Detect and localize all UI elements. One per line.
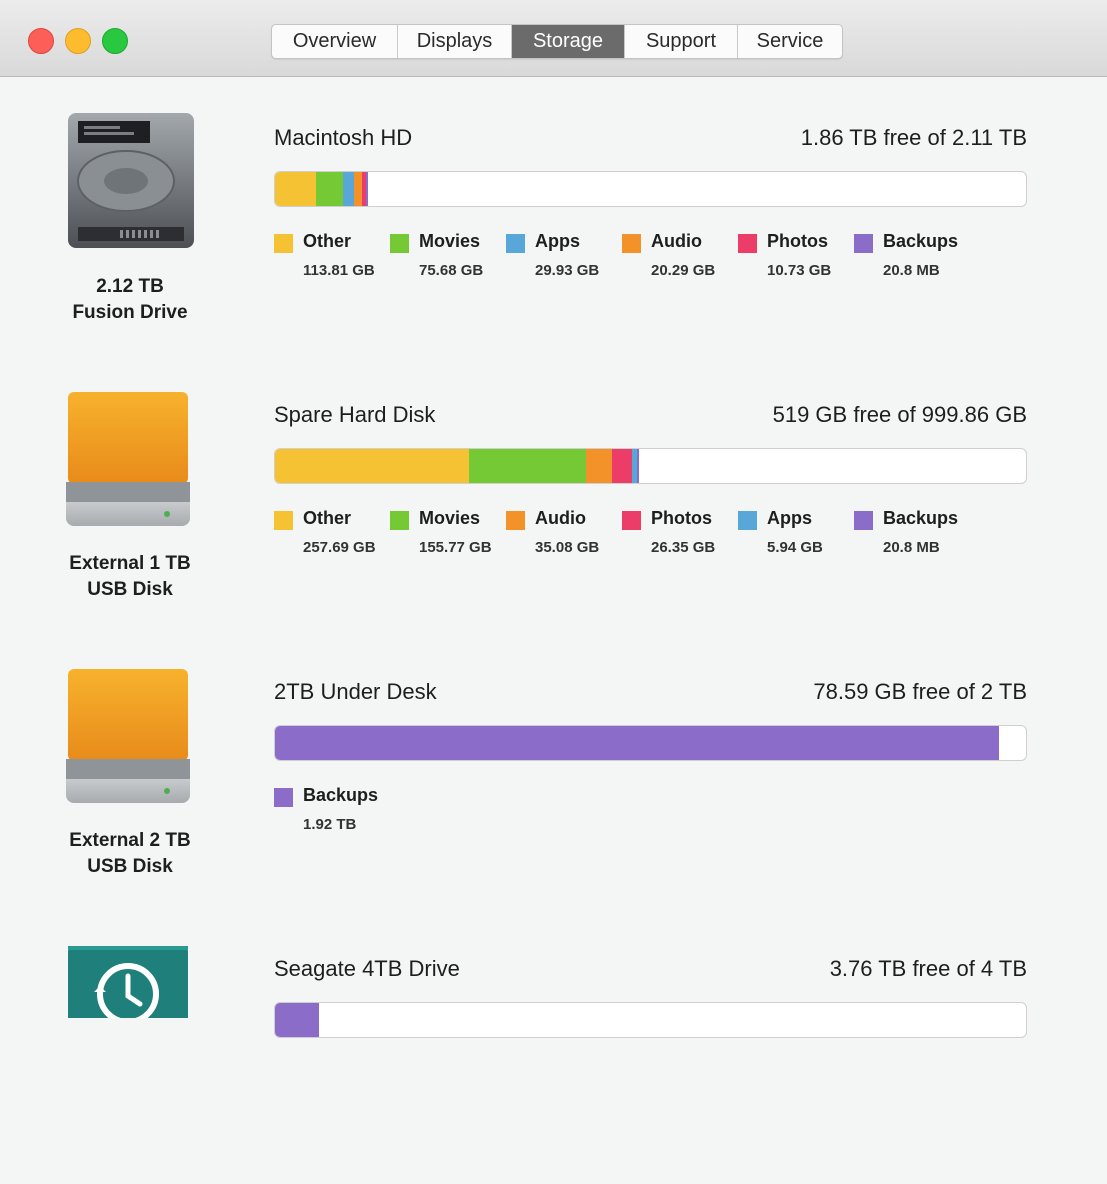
drive-caption-line1: External 1 TB: [69, 553, 191, 574]
usage-segment-backups: [275, 1003, 319, 1037]
legend-swatch: [738, 234, 757, 253]
usage-segment-movies: [469, 449, 586, 483]
legend-swatch: [854, 511, 873, 530]
external-drive-icon: [60, 667, 200, 807]
legend-size: 29.93 GB: [535, 262, 600, 279]
tab-displays[interactable]: Displays: [398, 25, 512, 58]
legend-size: 20.8 MB: [883, 539, 940, 556]
legend-size: 257.69 GB: [303, 539, 376, 556]
usage-segment-apps: [343, 172, 354, 206]
drive-name: Seagate 4TB Drive: [274, 956, 460, 981]
legend-label: Movies: [419, 231, 481, 251]
legend-label: Apps: [767, 508, 812, 528]
tab-bar: Overview Displays Storage Support Servic…: [271, 24, 843, 59]
drive-caption-line1: External 2 TB: [69, 830, 191, 851]
storage-usage-bar: [274, 725, 1027, 761]
legend-label: Other: [303, 231, 352, 251]
internal-hard-drive-icon: [60, 113, 200, 253]
drive-name: Spare Hard Disk: [274, 402, 436, 427]
legend-size: 26.35 GB: [651, 539, 716, 556]
drive-name: Macintosh HD: [274, 125, 413, 150]
legend-label: Photos: [767, 231, 828, 251]
usage-segment-backups: [366, 172, 368, 206]
time-machine-icon: [60, 946, 200, 1018]
minimize-button[interactable]: [65, 28, 91, 54]
legend-size: 75.68 GB: [419, 262, 484, 279]
legend-label: Backups: [303, 785, 379, 805]
legend-label: Photos: [651, 508, 712, 528]
legend-swatch: [506, 511, 525, 530]
drive-free-space: 78.59 GB free of 2 TB: [813, 679, 1027, 704]
drive-free-space: 3.76 TB free of 4 TB: [829, 956, 1027, 981]
storage-usage-bar: [274, 448, 1027, 484]
drive-row: External 1 TB USB Disk Spare Hard Disk 5…: [0, 354, 1107, 630]
usage-segment-other: [275, 449, 469, 483]
window-titlebar: Overview Displays Storage Support Servic…: [0, 0, 1107, 77]
drive-row: 2.12 TB Fusion Drive Macintosh HD 1.86 T…: [0, 77, 1107, 353]
legend-swatch: [506, 234, 525, 253]
usage-segment-audio: [354, 172, 362, 206]
legend-size: 20.8 MB: [883, 262, 940, 279]
legend-size: 35.08 GB: [535, 539, 600, 556]
legend-swatch: [622, 234, 641, 253]
usage-segment-backups: [275, 726, 999, 760]
drive-caption-line2: USB Disk: [87, 579, 173, 600]
drive-row: External 2 TB USB Disk 2TB Under Desk 78…: [0, 631, 1107, 907]
tab-storage[interactable]: Storage: [512, 25, 625, 58]
legend-size: 10.73 GB: [767, 262, 832, 279]
zoom-button[interactable]: [102, 28, 128, 54]
legend-size: 113.81 GB: [303, 262, 375, 279]
legend-swatch: [274, 511, 293, 530]
usage-segment-photos: [612, 449, 632, 483]
tab-service[interactable]: Service: [738, 25, 842, 58]
legend-label: Backups: [883, 231, 959, 251]
legend-swatch: [274, 788, 293, 807]
legend-size: 5.94 GB: [767, 539, 823, 556]
legend-swatch: [854, 234, 873, 253]
usage-segment-other: [275, 172, 316, 206]
drive-caption-line1: 2.12 TB: [96, 276, 164, 297]
drive-caption-line2: Fusion Drive: [72, 302, 188, 323]
usage-segment-audio: [586, 449, 612, 483]
drive-free-space: 1.86 TB free of 2.11 TB: [800, 125, 1027, 150]
legend-label: Movies: [419, 508, 481, 528]
external-drive-icon: [60, 390, 200, 530]
legend-label: Apps: [535, 231, 580, 251]
usage-segment-backups: [637, 449, 639, 483]
usage-segment-movies: [316, 172, 343, 206]
legend-swatch: [390, 511, 409, 530]
drive-name: 2TB Under Desk: [274, 679, 437, 704]
storage-usage-bar: [274, 171, 1027, 207]
storage-usage-bar: [274, 1002, 1027, 1038]
drive-row: Seagate 4TB Drive 3.76 TB free of 4 TB: [0, 908, 1107, 1184]
tab-overview[interactable]: Overview: [272, 25, 398, 58]
drive-free-space: 519 GB free of 999.86 GB: [772, 402, 1027, 427]
legend-label: Audio: [651, 231, 702, 251]
legend-size: 155.77 GB: [419, 539, 492, 556]
legend-swatch: [738, 511, 757, 530]
legend-swatch: [390, 234, 409, 253]
legend-swatch: [622, 511, 641, 530]
legend-size: 1.92 TB: [303, 816, 357, 833]
legend-label: Audio: [535, 508, 586, 528]
legend-size: 20.29 GB: [651, 262, 716, 279]
drive-caption-line2: USB Disk: [87, 856, 173, 877]
legend-label: Backups: [883, 508, 959, 528]
close-button[interactable]: [28, 28, 54, 54]
legend-swatch: [274, 234, 293, 253]
legend-label: Other: [303, 508, 352, 528]
tab-support[interactable]: Support: [625, 25, 738, 58]
